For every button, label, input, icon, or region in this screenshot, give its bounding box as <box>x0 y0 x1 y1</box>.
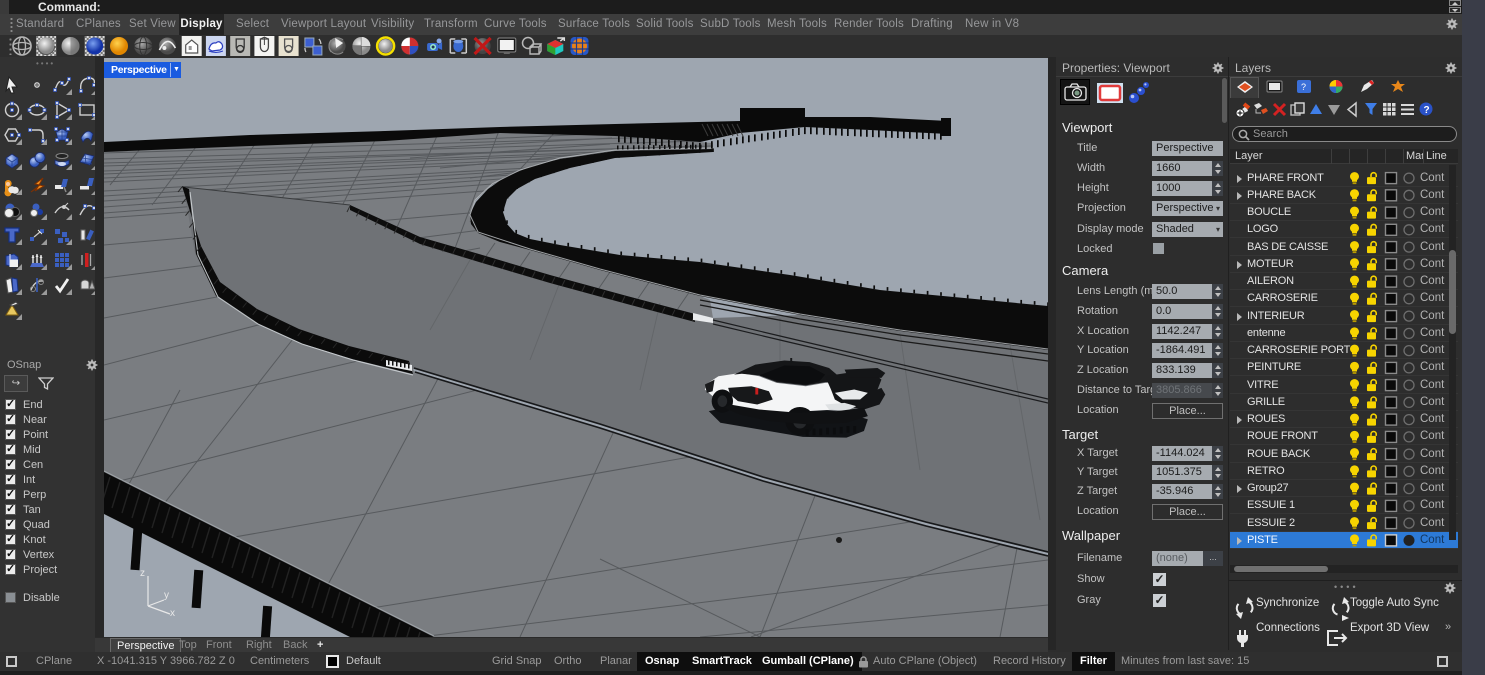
svg-text:x: x <box>170 608 175 619</box>
svg-text:z: z <box>140 568 145 579</box>
svg-text:y: y <box>164 590 169 601</box>
